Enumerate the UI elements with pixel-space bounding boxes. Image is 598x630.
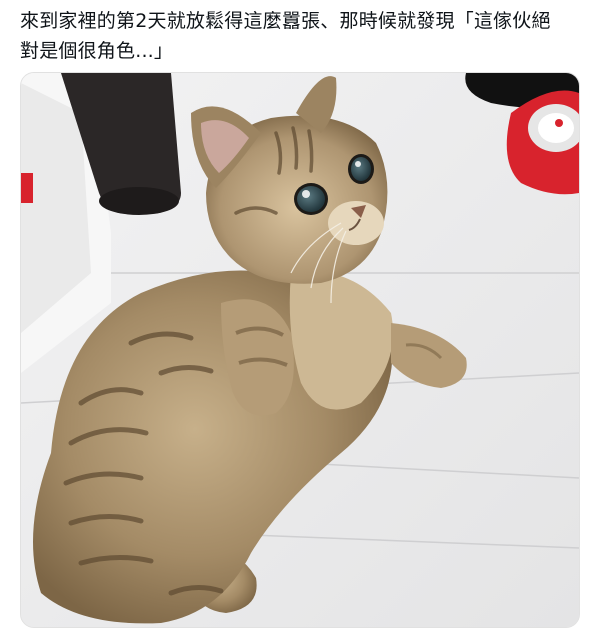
post-text: 來到家裡的第2天就放鬆得這麼囂張、那時候就發現「這傢伙絕 對是個很角色...」 xyxy=(20,6,580,66)
post-photo[interactable] xyxy=(20,72,580,628)
post-text-line-2: 對是個很角色...」 xyxy=(20,40,174,62)
kitten-photo xyxy=(21,73,579,627)
post-text-line-1: 來到家裡的第2天就放鬆得這麼囂張、那時候就發現「這傢伙絕 xyxy=(20,10,551,32)
